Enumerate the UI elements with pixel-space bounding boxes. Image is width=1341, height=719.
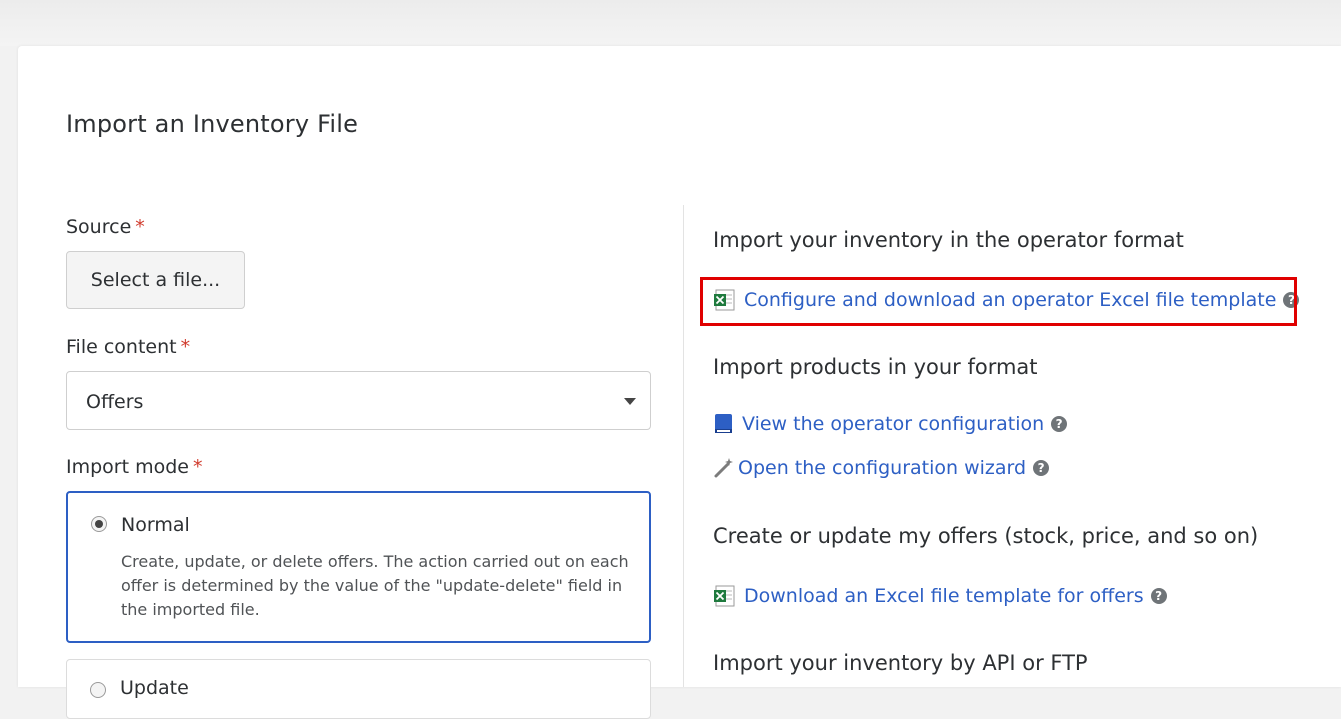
highlight-box [700, 277, 1297, 326]
help-icon[interactable]: ? [1051, 416, 1068, 432]
download-offers-template-label: Download an Excel file template for offe… [744, 585, 1144, 607]
section-title-your-format: Import products in your format [713, 355, 1038, 379]
section-title-operator-format: Import your inventory in the operator fo… [713, 228, 1184, 252]
top-bar [0, 0, 1341, 46]
view-config-label: View the operator configuration [742, 413, 1045, 435]
file-content-label-text: File content [66, 336, 177, 358]
import-mode-option-update[interactable]: Update [66, 659, 651, 719]
option-title: Normal [121, 514, 190, 536]
page-title: Import an Inventory File [66, 110, 359, 138]
radio-button-normal[interactable] [91, 516, 107, 532]
radio-selected-dot [95, 520, 103, 528]
import-mode-label: Import mode * [66, 456, 202, 478]
source-label-text: Source [66, 216, 132, 238]
radio-button-update[interactable] [90, 682, 106, 698]
file-content-label: File content * [66, 336, 190, 358]
select-file-button[interactable]: Select a file... [66, 251, 245, 309]
help-icon[interactable]: ? [1150, 588, 1167, 604]
help-icon[interactable]: ? [1033, 460, 1050, 476]
option-title: Update [120, 677, 189, 699]
config-wizard-link[interactable]: Open the configuration wizard ? [713, 457, 1050, 479]
caret-down-icon [624, 398, 636, 405]
file-content-select[interactable]: Offers [66, 371, 651, 430]
required-mark: * [180, 336, 191, 358]
download-offers-template-link[interactable]: Download an Excel file template for offe… [713, 584, 1167, 608]
section-title-offers: Create or update my offers (stock, price… [713, 524, 1259, 548]
magic-wand-icon [714, 458, 733, 478]
column-divider [683, 205, 684, 687]
source-label: Source * [66, 216, 145, 238]
book-icon [715, 414, 732, 433]
file-content-value: Offers [86, 391, 144, 413]
import-mode-label-text: Import mode [66, 456, 189, 478]
option-description: Create, update, or delete offers. The ac… [121, 552, 629, 619]
config-wizard-label: Open the configuration wizard [738, 457, 1027, 479]
section-title-api-ftp: Import your inventory by API or FTP [713, 651, 1088, 675]
required-mark: * [192, 456, 203, 478]
required-mark: * [135, 216, 145, 238]
import-mode-option-normal[interactable]: Normal Create, update, or delete offers.… [66, 491, 651, 643]
view-config-link[interactable]: View the operator configuration ? [713, 413, 1068, 435]
excel-icon [714, 585, 735, 607]
